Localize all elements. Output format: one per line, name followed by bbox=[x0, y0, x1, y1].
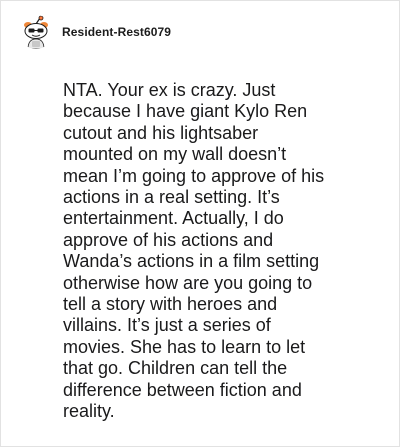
comment-card: Resident-Rest6079 NTA. Your ex is crazy.… bbox=[0, 0, 400, 447]
comment-author-username[interactable]: Resident-Rest6079 bbox=[62, 25, 171, 39]
comment-body-text: NTA. Your ex is crazy. Just because I ha… bbox=[63, 80, 325, 422]
reddit-snoo-avatar-icon[interactable] bbox=[19, 15, 53, 49]
comment-header: Resident-Rest6079 bbox=[19, 15, 171, 49]
